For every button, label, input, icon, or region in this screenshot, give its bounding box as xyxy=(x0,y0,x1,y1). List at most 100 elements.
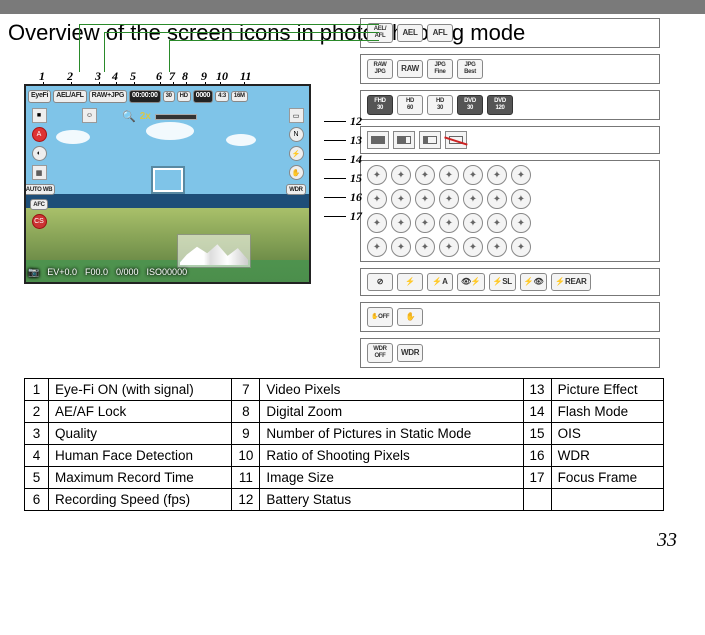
palette-aeafl: AEL/AFLAELAFL xyxy=(360,18,660,48)
legend-text: Recording Speed (fps) xyxy=(49,489,232,511)
table-row: 6Recording Speed (fps)12Battery Status xyxy=(25,489,664,511)
effect-icon: ✦ xyxy=(439,213,459,233)
palette-chip: HD60 xyxy=(397,95,423,115)
callout-9: 9 xyxy=(201,69,207,84)
palette-chip: 👁⚡ xyxy=(457,273,485,291)
effect-icon: ✦ xyxy=(415,165,435,185)
legend-text: Image Size xyxy=(260,467,523,489)
picture-effect-icon: N xyxy=(289,127,304,142)
camera-lcd: EyeFi AEL/AFL RAW+JPG 00:00:00 30 HD 000… xyxy=(24,84,311,284)
legend-number: 4 xyxy=(25,445,49,467)
callout-10: 10 xyxy=(216,69,228,84)
effect-icon: ✦ xyxy=(367,165,387,185)
callout-11: 11 xyxy=(240,69,251,84)
legend-number: 13 xyxy=(523,379,551,401)
legend-number xyxy=(523,489,551,511)
callout-6: 6 xyxy=(156,69,162,84)
effect-icon: ✦ xyxy=(463,165,483,185)
legend-number: 10 xyxy=(232,445,260,467)
mode-icon: ■ xyxy=(32,108,47,123)
effect-icon: ✦ xyxy=(487,237,507,257)
legend-text: Maximum Record Time xyxy=(49,467,232,489)
callout-2: 2 xyxy=(67,69,73,84)
page-number: 33 xyxy=(0,511,705,562)
effect-icon: ✦ xyxy=(463,213,483,233)
callout-16: 16 xyxy=(324,188,362,207)
legend-text: Flash Mode xyxy=(551,401,663,423)
battery-level-icon xyxy=(419,131,441,149)
callout-13: 13 xyxy=(324,131,362,150)
legend-text: Human Face Detection xyxy=(49,445,232,467)
effect-icon: ✦ xyxy=(391,165,411,185)
legend-text: OIS xyxy=(551,423,663,445)
palette-chip: FHD30 xyxy=(367,95,393,115)
legend-text: WDR xyxy=(551,445,663,467)
rectime-indicator: 00:00:00 xyxy=(129,90,161,103)
quality-icon: RAW+JPG xyxy=(89,90,127,103)
effect-icon: ✦ xyxy=(391,213,411,233)
legend-number: 11 xyxy=(232,467,260,489)
effect-icon: ✦ xyxy=(439,189,459,209)
effect-icon: ✦ xyxy=(487,165,507,185)
ev-value: EV+0.0 xyxy=(47,267,77,277)
palette-chip: ⚡👁 xyxy=(520,273,548,291)
ois-icon: ✋ xyxy=(289,165,304,180)
effect-icon: ✦ xyxy=(511,213,531,233)
callout-17: 17 xyxy=(324,207,362,226)
legend-number: 1 xyxy=(25,379,49,401)
legend-text: Picture Effect xyxy=(551,379,663,401)
legend-text: Eye-Fi ON (with signal) xyxy=(49,379,232,401)
effect-icon: ✦ xyxy=(391,237,411,257)
right-callout-numbers: 121314151617 xyxy=(324,112,362,226)
effect-icon: ✦ xyxy=(391,189,411,209)
effect-icon: ✦ xyxy=(463,189,483,209)
self-timer-icon: ◐ xyxy=(32,146,47,161)
effect-icon: ✦ xyxy=(367,189,387,209)
fnumber-value: F00.0 xyxy=(85,267,108,277)
palette-column: AEL/AFLAELAFL RAWJPGRAWJPGFineJPGBest FH… xyxy=(360,18,660,368)
palette-chip: ⚡REAR xyxy=(551,273,590,291)
legend-number: 17 xyxy=(523,467,551,489)
effect-icon: ✦ xyxy=(415,189,435,209)
callout-7: 7 xyxy=(169,69,175,84)
effect-icon: ✦ xyxy=(511,237,531,257)
palette-flash: ⊘⚡⚡A👁⚡⚡SL⚡👁⚡REAR xyxy=(360,268,660,296)
legend-number: 5 xyxy=(25,467,49,489)
effect-icon: ✦ xyxy=(463,237,483,257)
callout-12: 12 xyxy=(324,112,362,131)
legend-text: Battery Status xyxy=(260,489,523,511)
palette-chip: DVD120 xyxy=(487,95,513,115)
shots-value: 0/000 xyxy=(116,267,139,277)
ratio-icon: 4:3 xyxy=(215,91,229,102)
palette-chip: ✋ xyxy=(397,308,423,326)
face-detect-icon: ☺ xyxy=(82,108,97,123)
palette-video-size: FHD30HD60HD30DVD30DVD120 xyxy=(360,90,660,120)
aeafl-icon: AEL/AFL xyxy=(53,90,86,103)
table-row: 5Maximum Record Time11Image Size17Focus … xyxy=(25,467,664,489)
palette-chip: RAWJPG xyxy=(367,59,393,79)
callout-14: 14 xyxy=(324,150,362,169)
camera-icon: 📷 xyxy=(28,267,39,278)
callout-1: 1 xyxy=(39,69,45,84)
effect-icon: ✦ xyxy=(367,213,387,233)
lcd-wrap: EyeFi AEL/AFL RAW+JPG 00:00:00 30 HD 000… xyxy=(24,84,344,284)
image-size-icon: 16M xyxy=(231,91,248,102)
table-row: 3Quality9Number of Pictures in Static Mo… xyxy=(25,423,664,445)
callout-15: 15 xyxy=(324,169,362,188)
eyefi-icon: EyeFi xyxy=(28,90,51,103)
metering-icon: ▦ xyxy=(32,165,47,180)
battery-level-icon xyxy=(367,131,389,149)
lcd-bottom-row: 📷 EV+0.0 F00.0 0/000 ISO00000 xyxy=(28,264,307,280)
legend-number: 7 xyxy=(232,379,260,401)
palette-chip: JPGBest xyxy=(457,59,483,79)
palette-chip: AEL/AFL xyxy=(367,23,393,43)
effect-icon: ✦ xyxy=(487,213,507,233)
palette-chip: JPGFine xyxy=(427,59,453,79)
palette-ois: ✋OFF✋ xyxy=(360,302,660,332)
effect-icon: ✦ xyxy=(511,189,531,209)
legend-number: 14 xyxy=(523,401,551,423)
flash-mode-icon: ⚡ xyxy=(289,146,304,161)
content-area: 1234567891011 EyeFi AEL/AFL RAW+JPG 00 xyxy=(0,50,705,511)
legend-number: 9 xyxy=(232,423,260,445)
legend-text: Ratio of Shooting Pixels xyxy=(260,445,523,467)
